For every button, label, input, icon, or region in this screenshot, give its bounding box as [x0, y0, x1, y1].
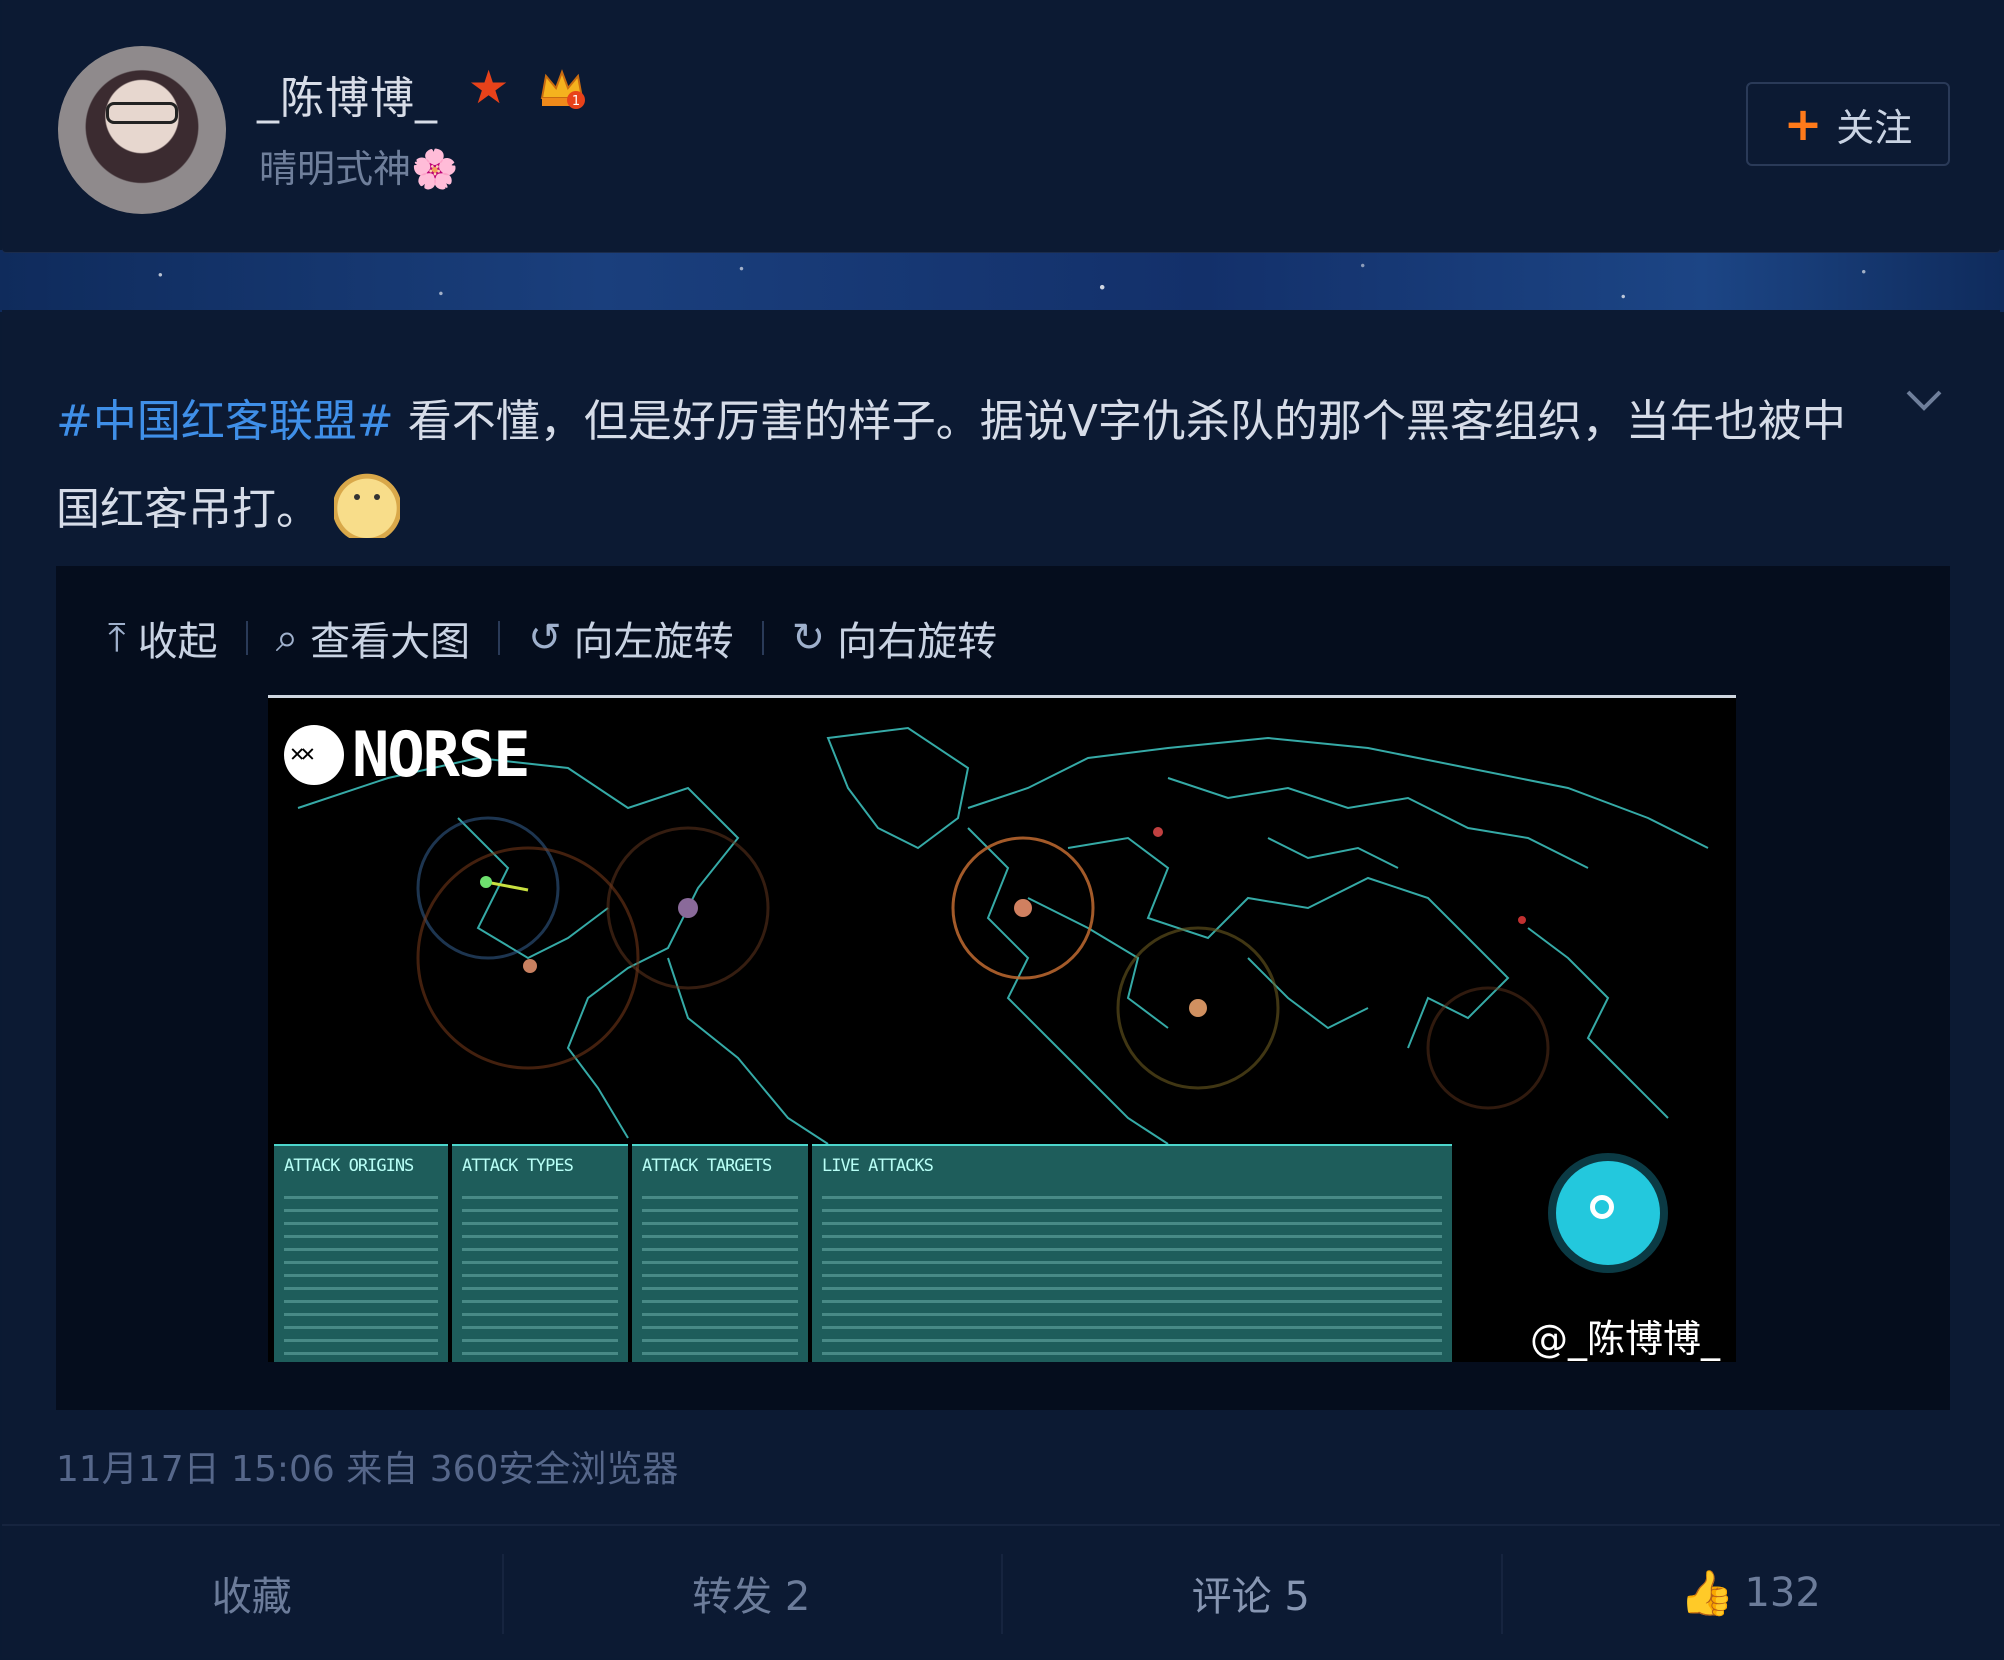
view-large-button[interactable]: ⌕ 查看大图: [276, 609, 470, 667]
collapse-button[interactable]: ⤒ 收起: [108, 609, 218, 667]
map-control-wheel-icon: [1548, 1153, 1668, 1273]
collapse-label: 收起: [137, 619, 218, 665]
hashtag-link[interactable]: #中国红客联盟#: [56, 396, 394, 447]
crown-icon: 1: [540, 69, 585, 109]
norse-logo-text: NORSE: [352, 718, 531, 791]
attack-targets-rows: [642, 1196, 798, 1358]
attack-types-title: ATTACK TYPES: [462, 1156, 574, 1176]
star-icon: ★: [468, 60, 510, 114]
starry-banner: [0, 250, 2004, 312]
thumbs-up-icon: 👍: [1679, 1568, 1735, 1619]
norse-logo: NORSE: [284, 718, 531, 791]
toolbar-divider: [498, 621, 501, 655]
view-large-label: 查看大图: [310, 619, 471, 665]
favorite-button[interactable]: 收藏: [2, 1526, 502, 1660]
rotate-right-label: 向右旋转: [837, 619, 998, 665]
toolbar-divider: [761, 621, 764, 655]
follow-button[interactable]: + 关注: [1746, 82, 1950, 166]
live-attacks-panel: LIVE ATTACKS: [812, 1144, 1452, 1362]
media-toolbar: ⤒ 收起 ⌕ 查看大图 ↺ 向左旋转 ↻ 向右旋转: [56, 566, 1950, 710]
rotate-right-icon: ↻: [791, 615, 826, 661]
user-subtitle: 晴明式神🌸: [259, 147, 459, 191]
magnifier-icon: ⌕: [275, 615, 299, 661]
rotate-right-button[interactable]: ↻ 向右旋转: [792, 609, 998, 667]
attack-targets-title: ATTACK TARGETS: [642, 1156, 772, 1176]
avatar[interactable]: [58, 46, 226, 214]
attack-map-image[interactable]: NORSE ATTACK ORIGINS ATTACK TYPES ATTACK…: [268, 695, 1736, 1362]
attack-types-rows: [462, 1196, 618, 1358]
repost-label: 转发 2: [692, 1574, 811, 1620]
post-meta: 11月17日 15:06 来自 360安全浏览器: [56, 1449, 679, 1490]
attack-origins-title: ATTACK ORIGINS: [284, 1156, 414, 1176]
favorite-label: 收藏: [211, 1574, 292, 1620]
crown-level: 1: [572, 94, 580, 109]
plus-icon: +: [1783, 97, 1823, 151]
norse-logo-icon: [284, 724, 344, 785]
live-attacks-rows: [822, 1196, 1442, 1358]
attack-types-panel: ATTACK TYPES: [452, 1144, 628, 1362]
like-count: 132: [1744, 1570, 1821, 1616]
repost-button[interactable]: 转发 2: [501, 1526, 1002, 1660]
chevron-down-icon[interactable]: [1904, 380, 1944, 420]
toolbar-divider: [245, 621, 248, 655]
profile-header: _陈博博_ ★ 1 晴明式神🌸 + 关注: [2, 0, 2000, 252]
comment-label: 评论 5: [1191, 1574, 1310, 1620]
follow-label: 关注: [1836, 105, 1913, 150]
rotate-left-label: 向左旋转: [573, 619, 734, 665]
attack-targets-panel: ATTACK TARGETS: [632, 1144, 808, 1362]
username[interactable]: _陈博博_: [257, 62, 438, 126]
doge-emoji-icon: [334, 472, 400, 538]
comment-button[interactable]: 评论 5: [1001, 1526, 1501, 1660]
rotate-left-button[interactable]: ↺ 向左旋转: [528, 609, 734, 667]
rotate-left-icon: ↺: [528, 615, 562, 661]
attack-origins-rows: [284, 1196, 438, 1358]
action-bar: 收藏 转发 2 评论 5 👍 132: [2, 1524, 2000, 1660]
attack-origins-panel: ATTACK ORIGINS: [274, 1144, 448, 1362]
live-attacks-title: LIVE ATTACKS: [822, 1156, 934, 1176]
upload-arrow-icon: ⤒: [108, 615, 126, 661]
like-button[interactable]: 👍 132: [1500, 1526, 2001, 1660]
image-watermark: @_陈博博_: [1530, 1317, 1721, 1361]
post-text: #中国红客联盟# 看不懂，但是好厉害的样子。据说V字仇杀队的那个黑客组织，当年也…: [56, 378, 1886, 554]
